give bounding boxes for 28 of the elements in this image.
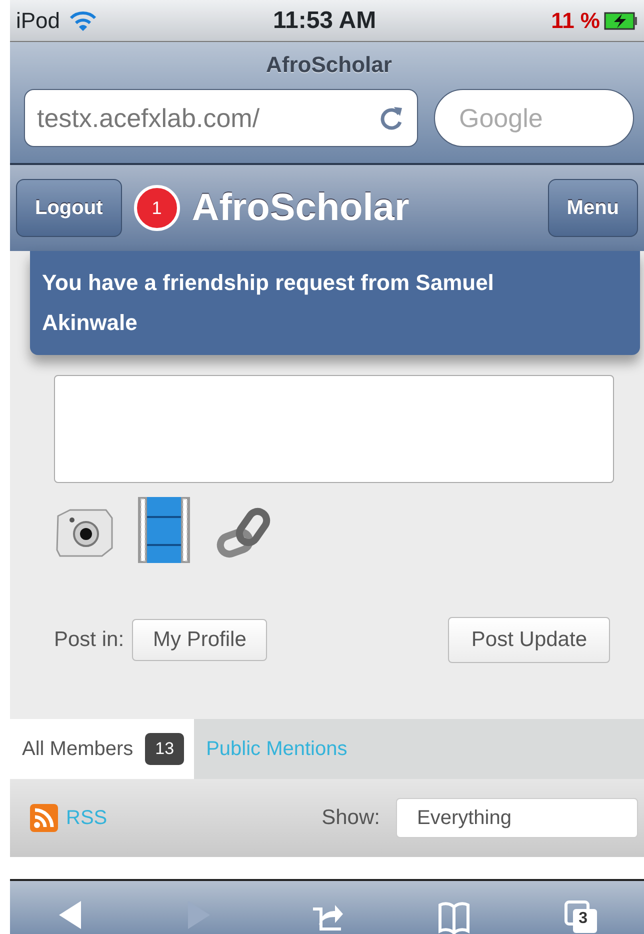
page-title: AfroScholar	[265, 51, 393, 79]
member-count: 13	[145, 733, 184, 765]
bookmarks-icon[interactable]	[436, 899, 472, 934]
show-select[interactable]: Everything	[396, 798, 638, 838]
battery-percentage: 11 %	[551, 7, 600, 35]
rss-icon[interactable]	[30, 804, 58, 832]
status-time: 11:53 AM	[272, 6, 376, 34]
url-field[interactable]: testx.acefxlab.com/	[24, 89, 418, 147]
device-name: iPod	[16, 7, 60, 35]
battery-icon	[604, 12, 638, 30]
post-in-label: Post in:	[54, 627, 124, 654]
logout-button[interactable]: Logout	[16, 179, 122, 237]
search-field[interactable]: Google	[434, 89, 634, 147]
url-text: testx.acefxlab.com/	[37, 102, 261, 134]
reload-icon[interactable]	[379, 104, 405, 132]
post-in-select[interactable]: My Profile	[132, 619, 268, 661]
notification-badge: 1	[134, 185, 180, 231]
filter-tab[interactable]: All Members 13	[10, 719, 194, 779]
film-strip-icon[interactable]	[138, 497, 190, 563]
menu-button[interactable]: Menu	[548, 179, 638, 237]
pages-icon[interactable]	[562, 899, 599, 934]
post-update-button[interactable]: Post Update	[448, 617, 610, 663]
show-label: Show:	[322, 805, 380, 832]
app-title: AfroScholar	[192, 186, 410, 230]
page-count: 3	[578, 911, 588, 927]
post-textarea[interactable]	[54, 375, 614, 483]
wifi-icon	[68, 10, 98, 32]
notification-message: You have a friendship request from Samuel Akinwale	[30, 251, 640, 355]
